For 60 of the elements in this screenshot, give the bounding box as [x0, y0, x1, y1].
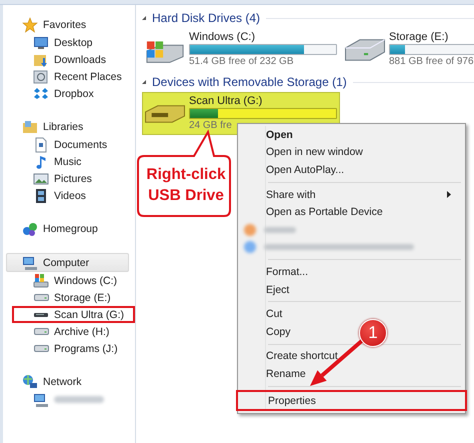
drive-icon: [345, 38, 385, 60]
star-icon: [22, 16, 38, 32]
dropbox-icon: [33, 86, 49, 102]
nav-item[interactable]: Downloads: [3, 51, 135, 68]
free-space-text: 881 GB free of 976: [389, 56, 474, 68]
picture-icon: [33, 170, 49, 186]
nav-item[interactable]: Pictures: [3, 170, 135, 187]
nav-item[interactable]: Recent Places: [3, 68, 135, 85]
menu-item[interactable]: Open as Portable Device: [266, 203, 383, 221]
menu-item[interactable]: Open AutoPlay...: [266, 161, 344, 179]
nav-item[interactable]: Programs (J:): [3, 340, 135, 357]
nav-item[interactable]: Desktop: [3, 34, 135, 51]
drive-icon: [34, 345, 48, 352]
film-icon: [33, 188, 49, 204]
group-header: Hard Disk Drives (4): [152, 11, 260, 25]
document-icon: [33, 136, 49, 152]
drive-name: Scan Ultra (G:): [189, 95, 264, 107]
free-space-text: 51.4 GB free of 232 GB: [189, 56, 295, 68]
nav-item[interactable]: Archive (H:): [3, 323, 135, 340]
nav-group-item[interactable]: Libraries: [6, 117, 129, 136]
nav-group-item[interactable]: Computer: [6, 253, 129, 272]
usb-drive-icon: [145, 104, 185, 122]
group-header: Devices with Removable Storage (1): [152, 75, 347, 89]
nav-group-item[interactable]: Favorites: [6, 15, 129, 34]
drive-name: Storage (E:): [389, 31, 450, 43]
drive-icon: [34, 328, 48, 335]
nav-item[interactable]: Storage (E:): [3, 289, 135, 306]
desktop-icon: [33, 34, 49, 50]
drive-name: Windows (C:): [189, 31, 256, 43]
nav-item[interactable]: Scan Ultra (G:): [12, 306, 135, 323]
nav-group-item[interactable]: Network: [6, 372, 129, 391]
menu-item[interactable]: Open in new window: [266, 144, 363, 162]
nav-item[interactable]: Videos: [3, 187, 135, 204]
drive-icon: [34, 294, 48, 301]
homegroup-icon: [22, 220, 38, 236]
network-icon: [22, 374, 38, 390]
nav-item[interactable]: Dropbox: [3, 85, 135, 102]
collapse-icon[interactable]: [142, 16, 146, 20]
menu-item[interactable]: Share with: [266, 186, 463, 204]
nav-item[interactable]: Documents: [3, 136, 135, 153]
nav-group-item[interactable]: Homegroup: [6, 219, 129, 238]
usb-drive-icon: [34, 312, 48, 316]
computer-icon: [33, 392, 49, 408]
menu-item[interactable]: Copy: [266, 322, 291, 341]
nav-item[interactable]: Windows (C:): [3, 272, 135, 289]
nav-item[interactable]: Music: [3, 153, 135, 170]
menu-item[interactable]: Rename: [266, 365, 306, 383]
drive-tile[interactable]: Windows (C:) 51.4 GB free of 232 GB: [142, 28, 340, 71]
drive-tile[interactable]: Storage (E:) 881 GB free of 976: [342, 28, 474, 71]
menu-item[interactable]: Cut: [266, 305, 282, 323]
menu-item[interactable]: Properties: [268, 392, 316, 410]
windows-drive-icon: [33, 272, 49, 288]
collapse-icon[interactable]: [142, 80, 146, 84]
computer-icon: [22, 254, 38, 270]
free-space-text: 24 GB fre: [189, 120, 233, 132]
menu-item[interactable]: Eject: [266, 280, 290, 298]
menu-item[interactable]: Format...: [266, 263, 308, 281]
submenu-arrow-icon: [447, 190, 451, 198]
menu-item[interactable]: Create shortcut: [266, 348, 338, 366]
callout-text: Right-click USB Drive: [145, 165, 227, 206]
